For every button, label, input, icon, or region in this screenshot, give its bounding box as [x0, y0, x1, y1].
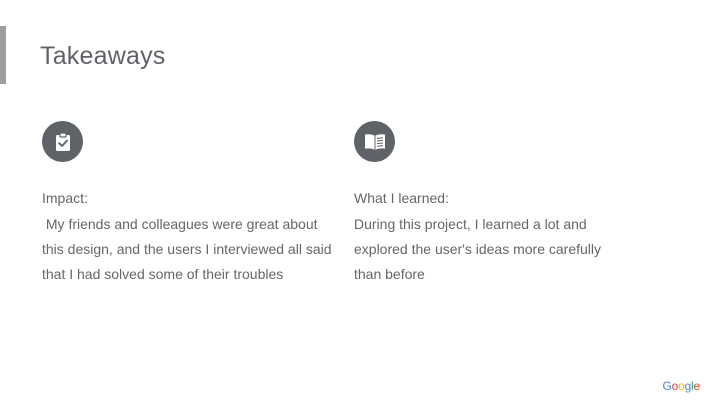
learned-body: During this project, I learned a lot and…	[354, 216, 605, 282]
title-accent-bar	[0, 26, 6, 84]
learned-section: What I learned: During this project, I l…	[354, 121, 624, 287]
open-book-icon	[354, 121, 395, 162]
learned-heading: What I learned:	[354, 190, 449, 206]
google-logo: Google	[662, 379, 700, 393]
impact-body: My friends and colleagues were great abo…	[42, 216, 336, 282]
impact-heading: Impact:	[42, 190, 88, 206]
impact-section: Impact: My friends and colleagues were g…	[42, 121, 332, 287]
clipboard-check-icon	[42, 121, 83, 162]
logo-letter: e	[693, 379, 701, 393]
logo-letter: G	[662, 379, 672, 393]
page-title: Takeaways	[40, 42, 166, 70]
